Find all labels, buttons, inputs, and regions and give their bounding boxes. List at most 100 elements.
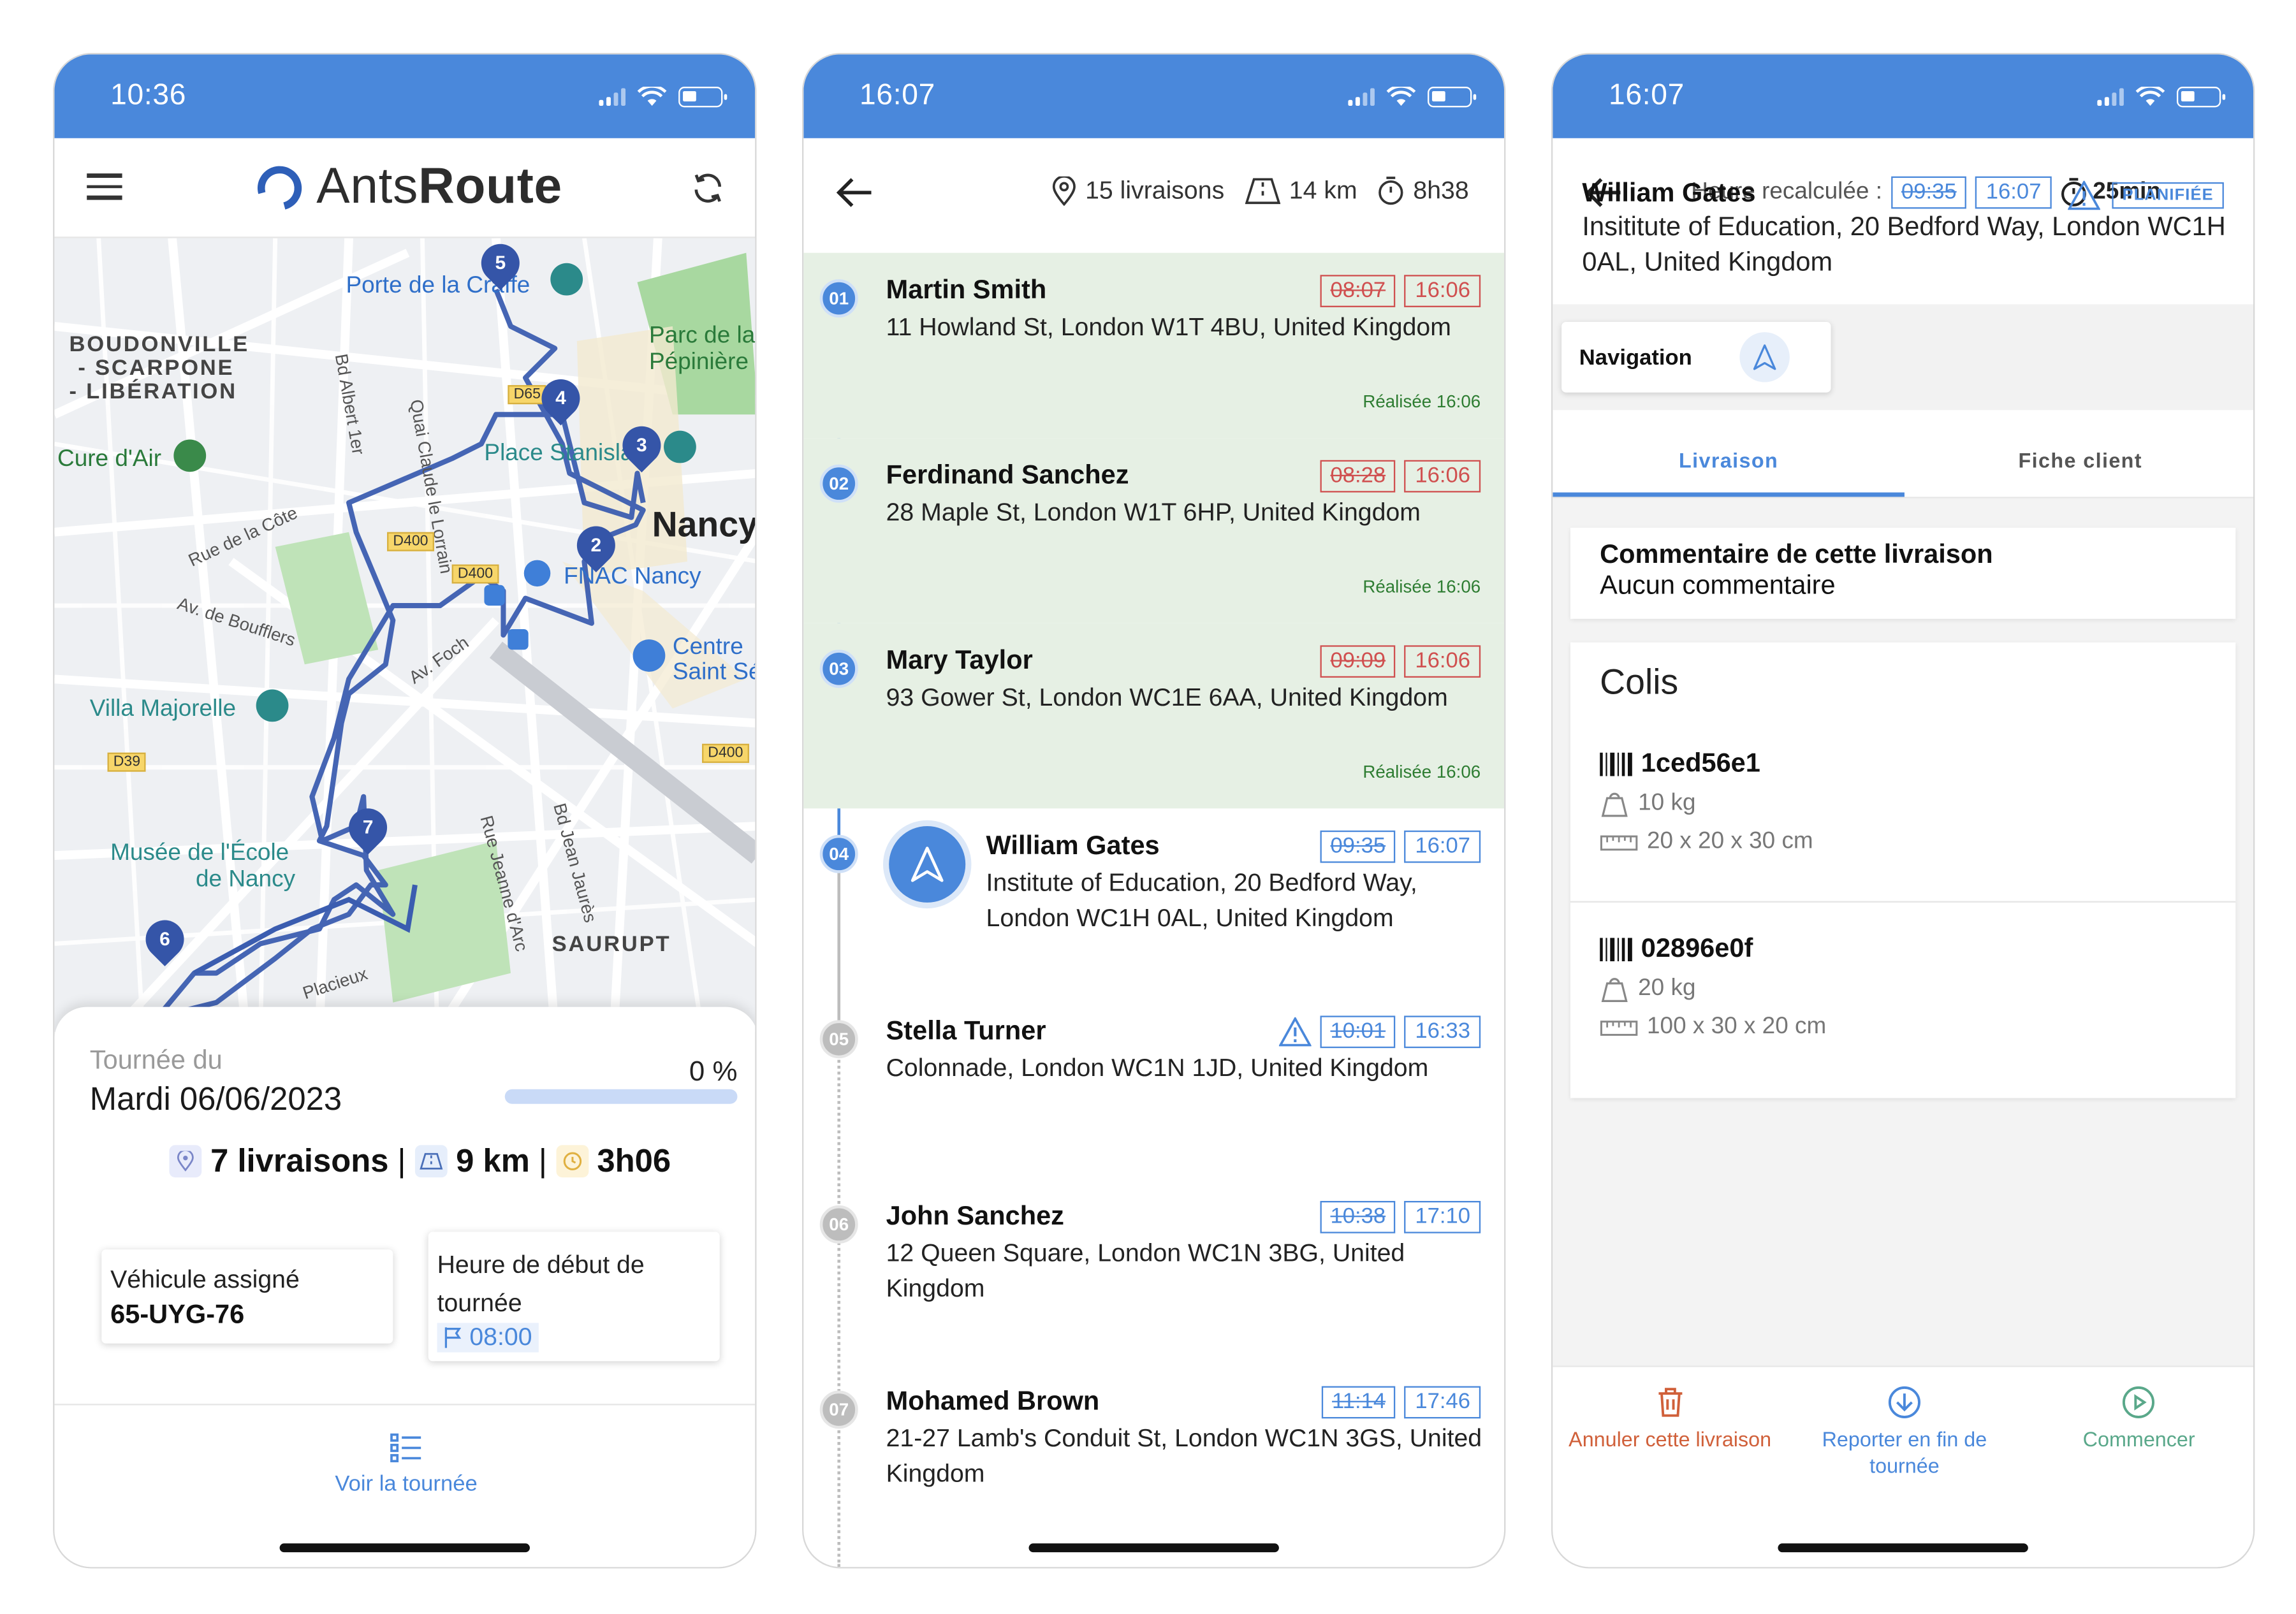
comment-card: Commentaire de cette livraison Aucun com… <box>1570 527 2236 619</box>
refresh-icon[interactable] <box>691 170 726 205</box>
vehicle-label: Véhicule assigné <box>110 1265 300 1294</box>
stop-item[interactable]: 05 Stella Turner Colonnade, London WC1N … <box>803 994 1504 1179</box>
comment-value: Aucun commentaire <box>1600 570 1836 600</box>
package-item[interactable]: 02896e0f 20 kg 100 x 30 x 20 cm <box>1600 933 2218 1040</box>
start-time-card: Heure de début de tournée 08:00 <box>428 1232 720 1362</box>
trash-icon <box>1658 1388 1682 1417</box>
weight-icon <box>1601 978 1628 1003</box>
stop-address: Colonnade, London WC1N 1JD, United Kingd… <box>886 1054 1429 1082</box>
stop-item[interactable]: 07 Mohamed Brown 21-27 Lamb's Conduit St… <box>803 1364 1504 1550</box>
clock-icon <box>555 1145 589 1178</box>
signal-icon <box>2097 88 2124 106</box>
home-indicator <box>279 1543 530 1553</box>
meta-duration: 8h38 <box>1413 176 1469 205</box>
map-pin-stop-5[interactable]: 5 <box>473 238 528 294</box>
ruler-icon <box>1600 1021 1638 1036</box>
stop-address: 11 Howland St, London W1T 4BU, United Ki… <box>886 313 1451 341</box>
map-pin-stop-2[interactable]: 2 <box>569 518 624 576</box>
divider <box>54 1404 756 1406</box>
cancel-delivery-label: Annuler cette livraison <box>1568 1427 1772 1451</box>
start-button[interactable]: Commencer <box>2022 1367 2253 1567</box>
stop-name: Martin Smith <box>886 275 1047 305</box>
stop-number: 02 <box>819 464 858 503</box>
stat-separator: | <box>397 1142 406 1179</box>
stop-item[interactable]: 01 Martin Smith 11 Howland St, London W1… <box>803 252 1505 439</box>
navigate-button[interactable] <box>889 825 966 903</box>
stop-list: 01 Martin Smith 11 Howland St, London W1… <box>803 252 1505 1567</box>
map-pin-stop-7[interactable]: 7 <box>340 800 395 858</box>
battery-icon <box>2176 87 2226 108</box>
package-dimensions: 100 x 30 x 20 cm <box>1646 1014 1827 1040</box>
stat-separator: | <box>538 1142 547 1179</box>
barcode-icon <box>1600 752 1632 776</box>
map-pin-stop-6[interactable]: 6 <box>138 912 192 970</box>
back-arrow-icon[interactable] <box>836 177 874 209</box>
stop-address: Institute of Education, 20 Bedford Way, … <box>986 868 1417 933</box>
navigation-arrow-icon <box>1753 344 1776 370</box>
stop-item-current[interactable]: 04 William Gates Institute of Education,… <box>803 808 1504 994</box>
actual-time: 17:46 <box>1405 1386 1481 1419</box>
meta-distance: 14 km <box>1289 176 1357 205</box>
stop-number: 06 <box>819 1205 858 1244</box>
cancel-delivery-button[interactable]: Annuler cette livraison <box>1553 1367 1787 1567</box>
menu-icon[interactable] <box>87 173 122 200</box>
status-time: 16:07 <box>859 79 936 112</box>
divider <box>1570 901 2236 903</box>
package-dimensions: 20 x 20 x 30 cm <box>1646 829 1813 854</box>
home-indicator <box>1778 1543 2028 1553</box>
stop-item[interactable]: 06 John Sanchez 12 Queen Square, London … <box>803 1179 1504 1364</box>
arrow-down-circle-icon <box>1888 1386 1920 1418</box>
packages-card: Colis 1ced56e1 10 kg 20 x 20 x 30 cm 028… <box>1570 642 2236 1098</box>
actual-time: 16:33 <box>1405 1015 1481 1049</box>
actual-time: 16:06 <box>1405 460 1481 493</box>
status-time: 10:36 <box>110 79 187 112</box>
vehicle-plate: 65-UYG-76 <box>110 1299 245 1329</box>
actual-time: 16:07 <box>1405 830 1481 863</box>
road-badge-d39: D39 <box>107 752 147 772</box>
stop-address: 93 Gower St, London WC1E 6AA, United Kin… <box>886 683 1448 712</box>
stop-status: Réalisée 16:06 <box>1363 576 1481 597</box>
view-tour-button[interactable]: Voir la tournée <box>54 1433 755 1497</box>
stop-item[interactable]: 03 Mary Taylor 93 Gower St, London WC1E … <box>803 623 1505 809</box>
phone-stop-detail: 16:07 Heure recalculée : 09:35 16:07 25m… <box>1551 53 2255 1569</box>
map-label-centre-1: Centre <box>672 635 743 660</box>
stopwatch-icon <box>1378 177 1403 205</box>
planned-time: 08:28 <box>1320 460 1396 493</box>
tab-livraison[interactable]: Livraison <box>1553 422 1905 497</box>
stop-name: Stella Turner <box>886 1015 1046 1045</box>
map-pin-stop-4[interactable]: 4 <box>534 371 588 429</box>
planned-time: 10:38 <box>1320 1201 1396 1233</box>
navigation-button[interactable]: Navigation <box>1561 322 1831 393</box>
actual-time: 17:10 <box>1405 1201 1481 1233</box>
stop-number: 01 <box>819 279 858 318</box>
stop-number: 03 <box>819 650 858 688</box>
wifi-icon <box>1386 87 1416 106</box>
stop-name: William Gates <box>986 830 1160 861</box>
stat-distance: 9 km <box>456 1142 530 1179</box>
phone-tour-overview: 10:36 AntsRoute Porte de la Craffe BOUDO… <box>53 53 757 1569</box>
stop-status: Réalisée 16:06 <box>1363 761 1481 782</box>
stop-status: Réalisée 16:06 <box>1363 391 1481 412</box>
warning-icon <box>1278 1017 1312 1047</box>
stop-item[interactable]: 02 Ferdinand Sanchez 28 Maple St, London… <box>803 438 1505 623</box>
status-bar: 16:07 <box>1553 54 2254 138</box>
progress-bar <box>504 1089 738 1104</box>
tour-summary-sheet: Tournée du Mardi 06/06/2023 0 % 7 livrai… <box>54 1007 756 1567</box>
tab-fiche-client[interactable]: Fiche client <box>1905 422 2253 497</box>
status-bar: 10:36 <box>54 54 756 138</box>
status-time: 16:07 <box>1608 79 1685 112</box>
navigation-bar: Navigation <box>1553 304 2254 411</box>
actual-time: 16:06 <box>1405 645 1481 678</box>
signal-icon <box>599 88 626 106</box>
detail-tabs: Livraison Fiche client <box>1553 422 2254 498</box>
stop-address: 21-27 Lamb's Conduit St, London WC1N 3GS… <box>886 1424 1482 1488</box>
progress-percent: 0 % <box>689 1057 738 1088</box>
map-label-boudonville-2: - SCARPONE <box>78 356 235 381</box>
map-pin-stop-3[interactable]: 3 <box>614 418 669 476</box>
package-item[interactable]: 1ced56e1 10 kg 20 x 20 x 30 cm <box>1600 748 2218 855</box>
postpone-button[interactable]: Reporter en fin de tournée <box>1787 1367 2022 1567</box>
stop-name: Mary Taylor <box>886 645 1033 675</box>
map-label-saurupt: SAURUPT <box>552 932 671 957</box>
route-map[interactable]: Porte de la Craffe BOUDONVILLE - SCARPON… <box>54 238 756 1032</box>
navigation-label: Navigation <box>1579 344 1692 370</box>
